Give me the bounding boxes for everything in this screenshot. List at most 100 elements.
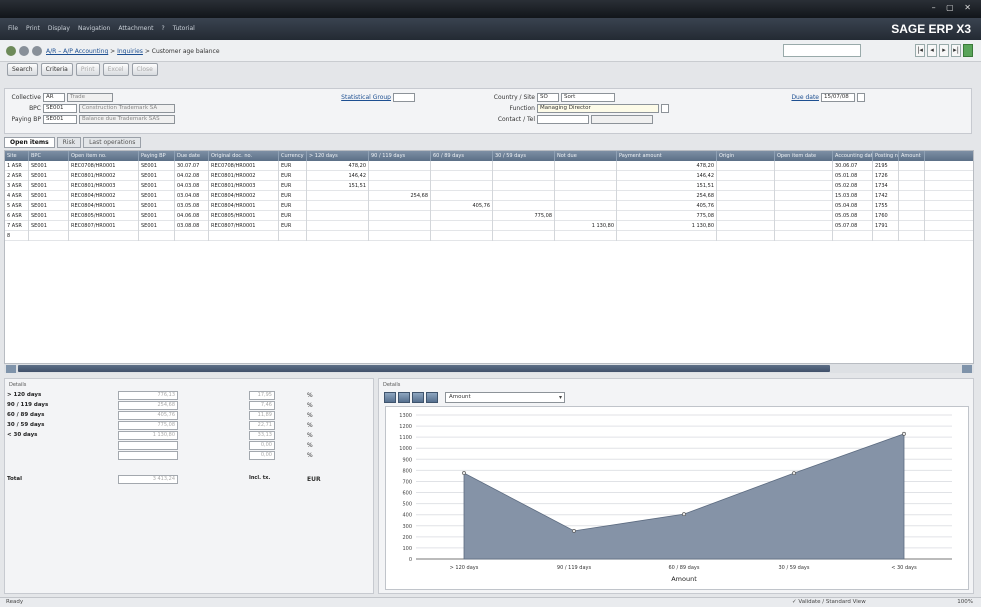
- due-date-label[interactable]: Due date: [783, 94, 819, 101]
- balance-label: 30 / 59 days: [7, 422, 45, 428]
- table-row[interactable]: 2 ASR SE001 REC0801/HR0002 SE001 04.02.08 REC…: [5, 171, 973, 181]
- chart-measure-select[interactable]: Amount ▾: [445, 392, 565, 403]
- table-cell: 05.01.08: [833, 171, 873, 181]
- column-header[interactable]: 60 / 89 days: [431, 151, 493, 161]
- table-row[interactable]: 6 ASR SE001 REC0805/HR0001 SE001 04.06.08 REC…: [5, 211, 973, 221]
- column-header[interactable]: Currency: [279, 151, 307, 161]
- first-record-icon[interactable]: |◂: [915, 44, 925, 57]
- table-cell: 15.03.08: [833, 191, 873, 201]
- collective-field[interactable]: AR: [43, 93, 65, 102]
- paying-bp-field[interactable]: SE001: [43, 115, 77, 124]
- bar-chart-icon[interactable]: [384, 392, 396, 403]
- area-chart-icon[interactable]: [412, 392, 424, 403]
- column-header[interactable]: Open item no.: [69, 151, 139, 161]
- column-header[interactable]: Amount: [899, 151, 925, 161]
- table-row[interactable]: 8: [5, 231, 973, 241]
- function-lookup-icon[interactable]: [661, 104, 669, 113]
- column-header[interactable]: > 120 days: [307, 151, 369, 161]
- menu-item[interactable]: ?: [162, 25, 165, 32]
- country-field[interactable]: SO: [537, 93, 559, 102]
- zoom-level[interactable]: 100%: [957, 598, 973, 607]
- balance-unit: %: [307, 412, 313, 419]
- column-header[interactable]: Not due: [555, 151, 617, 161]
- menu-item[interactable]: Attachment: [118, 25, 153, 32]
- next-record-icon[interactable]: ▸: [939, 44, 949, 57]
- breadcrumb-link-inquiries[interactable]: Inquiries: [117, 48, 143, 55]
- y-tick-label: 300: [402, 524, 412, 530]
- column-header[interactable]: 30 / 59 days: [493, 151, 555, 161]
- table-cell: 05.05.08: [833, 211, 873, 221]
- contact-field[interactable]: [537, 115, 589, 124]
- balance-amount: [118, 451, 178, 460]
- tab[interactable]: Risk: [56, 137, 82, 148]
- column-header[interactable]: Open item date: [775, 151, 833, 161]
- menu-item[interactable]: File: [8, 25, 18, 32]
- refresh-icon[interactable]: [963, 44, 973, 57]
- table-row[interactable]: 4 ASR SE001 REC0804/HR0002 SE001 03.04.08 REC…: [5, 191, 973, 201]
- forward-icon[interactable]: [19, 46, 29, 56]
- due-date-field[interactable]: 15/07/08: [821, 93, 855, 102]
- calendar-icon[interactable]: [857, 93, 865, 102]
- pie-chart-icon[interactable]: [426, 392, 438, 403]
- balance-summary-panel: Details > 120 days 776,13 17,95% 90 / 119 d…: [4, 378, 374, 594]
- table-row[interactable]: 1 ASR SE001 REC0708/HR0001 SE001 30.07.07 REC…: [5, 161, 973, 171]
- horizontal-scrollbar[interactable]: [4, 363, 974, 373]
- navigation-bar: A/R – A/P Accounting > Inquiries > Custo…: [0, 40, 981, 62]
- scroll-right-icon[interactable]: [962, 365, 972, 373]
- column-header[interactable]: Original doc. no.: [209, 151, 279, 161]
- column-header[interactable]: Origin: [717, 151, 775, 161]
- table-cell: [307, 221, 369, 231]
- home-icon[interactable]: [32, 46, 42, 56]
- bpc-field[interactable]: SE001: [43, 104, 77, 113]
- balance-unit: EUR: [307, 476, 321, 483]
- menu-item[interactable]: Print: [26, 25, 40, 32]
- statistical-group-label[interactable]: Statistical Group: [335, 94, 391, 101]
- breadcrumb-link-accounting[interactable]: A/R – A/P Accounting: [46, 48, 108, 55]
- table-cell: 1 130,80: [617, 221, 717, 231]
- column-header[interactable]: Due date: [175, 151, 209, 161]
- table-cell: 6 ASR: [5, 211, 29, 221]
- toolbar-button[interactable]: Print: [75, 63, 100, 76]
- toolbar-button[interactable]: Criteria: [40, 63, 73, 76]
- table-cell: REC0801/HR0002: [69, 171, 139, 181]
- chevron-down-icon: ▾: [558, 394, 562, 401]
- last-record-icon[interactable]: ▸|: [951, 44, 961, 57]
- column-header[interactable]: Payment amount: [617, 151, 717, 161]
- tab[interactable]: Open items: [4, 137, 55, 148]
- table-cell: REC0807/HR0001: [209, 221, 279, 231]
- column-header[interactable]: BPC: [29, 151, 69, 161]
- column-header[interactable]: Accounting date: [833, 151, 873, 161]
- table-row[interactable]: 3 ASR SE001 REC0801/HR0003 SE001 04.03.08 REC…: [5, 181, 973, 191]
- balance-unit: %: [307, 452, 313, 459]
- column-header[interactable]: Posting no.: [873, 151, 899, 161]
- previous-record-icon[interactable]: ◂: [927, 44, 937, 57]
- table-cell: 03.08.08: [175, 221, 209, 231]
- function-field[interactable]: Managing Director: [537, 104, 659, 113]
- menu-item[interactable]: Display: [48, 25, 70, 32]
- back-icon[interactable]: [6, 46, 16, 56]
- menu-item[interactable]: Tutorial: [173, 25, 195, 32]
- statistical-group-field[interactable]: [393, 93, 415, 102]
- toolbar-button[interactable]: Search: [7, 63, 38, 76]
- table-cell: [307, 211, 369, 221]
- record-search-input[interactable]: [783, 44, 861, 57]
- site-field[interactable]: Sort: [561, 93, 615, 102]
- column-header[interactable]: 90 / 119 days: [369, 151, 431, 161]
- tab[interactable]: Last operations: [83, 137, 142, 148]
- scroll-left-icon[interactable]: [6, 365, 16, 373]
- menu-item[interactable]: Navigation: [78, 25, 110, 32]
- toolbar-button[interactable]: Close: [131, 63, 158, 76]
- table-row[interactable]: 7 ASR SE001 REC0807/HR0001 SE001 03.08.08 REC…: [5, 221, 973, 231]
- table-row[interactable]: 5 ASR SE001 REC0804/HR0001 SE001 03.05.08 REC…: [5, 201, 973, 211]
- table-cell: EUR: [279, 161, 307, 171]
- toolbar-button[interactable]: Excel: [102, 63, 129, 76]
- line-chart-icon[interactable]: [398, 392, 410, 403]
- window-controls[interactable]: – ▢ ✕: [932, 3, 975, 12]
- view-indicator[interactable]: ✓ Validate / Standard View: [792, 598, 866, 607]
- y-tick-label: 700: [402, 479, 412, 485]
- y-tick-label: 1300: [399, 413, 412, 419]
- column-header[interactable]: Site: [5, 151, 29, 161]
- column-header[interactable]: Paying BP: [139, 151, 175, 161]
- table-cell: SE001: [29, 201, 69, 211]
- scrollbar-thumb[interactable]: [18, 365, 830, 372]
